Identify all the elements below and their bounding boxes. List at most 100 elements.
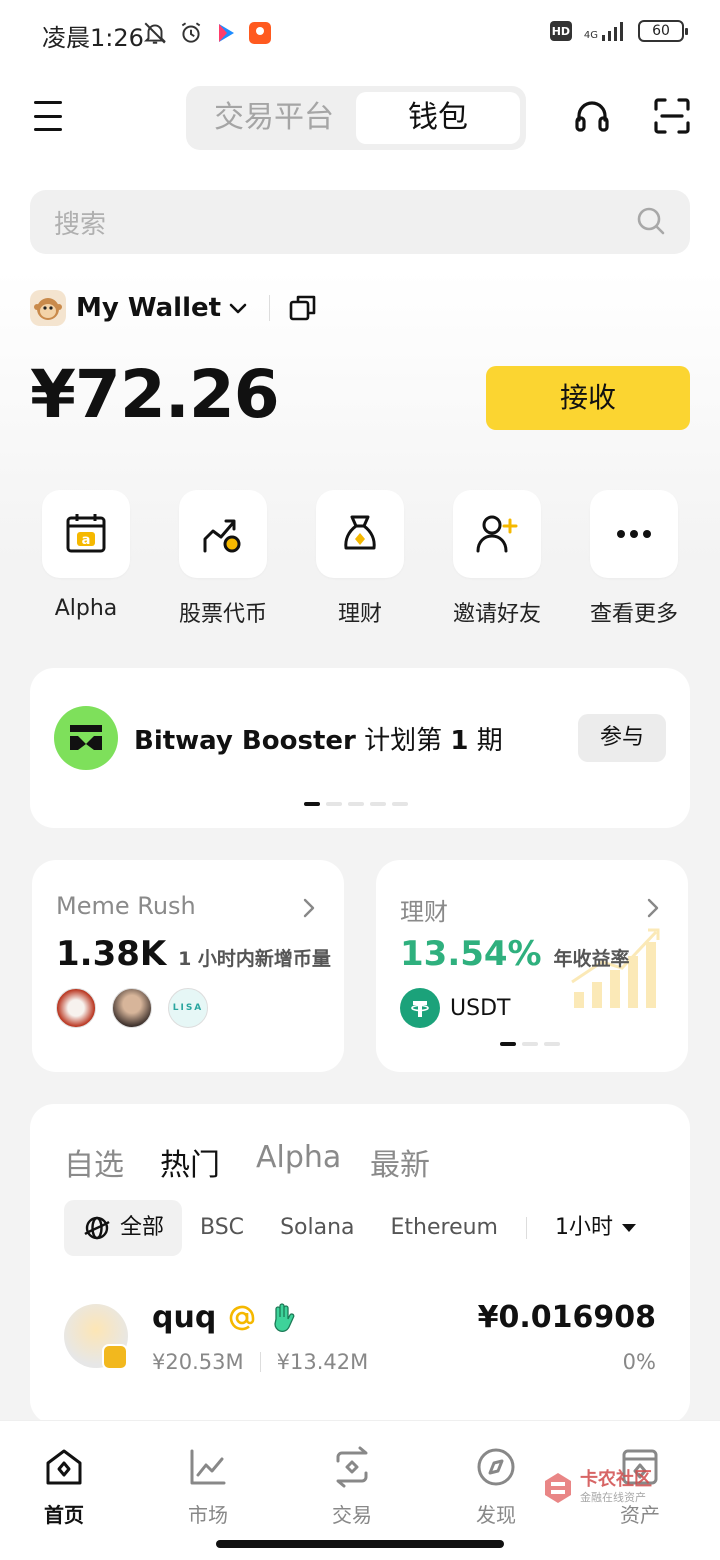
page-dot xyxy=(348,802,364,806)
caret-down-icon xyxy=(622,1224,636,1232)
token-volume: ¥20.53M xyxy=(152,1350,244,1374)
home-icon xyxy=(46,1449,82,1485)
tab-hot[interactable]: 热门 xyxy=(160,1140,220,1184)
nav-label: 交易 xyxy=(332,1503,372,1527)
search-icon xyxy=(637,207,665,235)
svg-text:a: a xyxy=(82,533,91,548)
nav-label: 发现 xyxy=(476,1503,516,1527)
network-label: 4G xyxy=(583,30,598,41)
shortcut-invite-friends[interactable]: 邀请好友 xyxy=(437,490,557,628)
usdt-icon xyxy=(400,988,440,1028)
chevron-right-icon xyxy=(647,898,659,918)
token-avatar: LISA xyxy=(168,988,208,1028)
asset-row: USDT xyxy=(400,988,510,1028)
booster-banner[interactable]: Bitway Booster 计划第 1 期 参与 xyxy=(30,668,690,828)
nav-market[interactable]: 市场 xyxy=(158,1445,258,1528)
shortcut-label: 查看更多 xyxy=(589,602,678,627)
signal-icon: 4G xyxy=(584,21,626,41)
mode-switcher: 交易平台 钱包 xyxy=(186,86,526,150)
token-liquidity: ¥13.42M xyxy=(276,1350,369,1374)
chain-filter-solana[interactable]: Solana xyxy=(262,1200,372,1256)
at-sign-icon xyxy=(230,1305,255,1330)
tab-watchlist[interactable]: 自选 xyxy=(64,1140,124,1184)
page-dot xyxy=(522,1042,538,1046)
bitway-logo xyxy=(54,706,118,770)
watermark-title: 卡农社区 xyxy=(580,1469,652,1490)
card-title: 理财 xyxy=(400,898,448,926)
timeframe-select[interactable]: 1小时 xyxy=(537,1200,655,1256)
earn-card[interactable]: 理财 13.54% 年收益率 USDT xyxy=(376,860,688,1072)
card-value-row: 13.54% 年收益率 xyxy=(400,934,629,974)
tab-wallet[interactable]: 钱包 xyxy=(356,92,520,144)
chevron-down-icon[interactable] xyxy=(227,297,249,319)
asset-symbol: USDT xyxy=(450,995,511,1021)
wallet-name[interactable]: My Wallet xyxy=(76,293,221,323)
page-dot xyxy=(304,802,320,806)
market-card: 自选 热门 Alpha 最新 全部 BSC Solana Ethereum 1小… xyxy=(30,1104,690,1424)
wallet-balance: ¥72.26 xyxy=(30,356,280,433)
video-app-icon xyxy=(219,24,234,42)
meme-rush-card[interactable]: Meme Rush 1.38K 1 小时内新增币量 LISA xyxy=(32,860,344,1072)
status-notification-icons xyxy=(142,20,272,46)
shortcut-alpha[interactable]: a Alpha xyxy=(26,490,146,621)
search-bar[interactable]: 搜索 xyxy=(30,190,690,254)
shortcut-label: 理财 xyxy=(337,602,382,627)
community-watermark: 卡农社区 金融在线资产 xyxy=(540,1470,652,1506)
chain-filter-row: 全部 BSC Solana Ethereum 1小时 xyxy=(64,1200,655,1256)
banner-plan: 计划第 xyxy=(364,726,443,756)
battery-indicator: 60 xyxy=(638,20,688,42)
kuaishou-app-icon xyxy=(249,22,271,44)
token-name-row[interactable]: quq xyxy=(152,1300,296,1335)
page-dot xyxy=(392,802,408,806)
banner-number: 1 xyxy=(450,726,469,756)
bnb-chain-badge-icon xyxy=(102,1344,128,1370)
new-token-count: 1.38K xyxy=(56,934,167,974)
support-headset-icon[interactable] xyxy=(572,96,612,136)
tab-exchange[interactable]: 交易平台 xyxy=(192,92,356,144)
wallet-selector-row: My Wallet xyxy=(30,290,318,326)
search-input[interactable]: 搜索 xyxy=(54,204,106,241)
copy-icon[interactable] xyxy=(288,293,318,323)
more-dots-icon xyxy=(617,530,651,538)
status-system-icons: HD 4G 60 xyxy=(549,20,688,42)
market-chart-icon xyxy=(190,1449,226,1485)
chain-filter-ethereum[interactable]: Ethereum xyxy=(373,1200,516,1256)
divider xyxy=(526,1217,527,1239)
shortcut-earn[interactable]: 理财 xyxy=(300,490,420,628)
shortcut-stock-tokens[interactable]: 股票代币 xyxy=(163,490,283,628)
shortcut-label: 邀请好友 xyxy=(452,602,541,627)
card-value-row: 1.38K 1 小时内新增币量 xyxy=(56,934,331,974)
token-stats: ¥20.53M ¥13.42M xyxy=(152,1350,368,1374)
nav-label: 市场 xyxy=(188,1503,228,1527)
nav-discover[interactable]: 发现 xyxy=(446,1445,546,1528)
chevron-right-icon xyxy=(303,898,315,918)
token-avatar xyxy=(112,988,152,1028)
nav-trade[interactable]: 交易 xyxy=(302,1445,402,1528)
shortcut-more[interactable]: 查看更多 xyxy=(574,490,694,628)
token-name: quq xyxy=(152,1300,217,1335)
tab-alpha[interactable]: Alpha xyxy=(256,1140,341,1175)
mute-bell-icon xyxy=(143,22,167,44)
token-price: ¥0.016908 xyxy=(477,1300,656,1335)
scan-icon[interactable] xyxy=(652,96,692,136)
page-dot xyxy=(370,802,386,806)
divider xyxy=(259,1352,261,1372)
chain-filter-all[interactable]: 全部 xyxy=(64,1200,183,1256)
menu-button[interactable] xyxy=(32,98,64,134)
page-dot xyxy=(544,1042,560,1046)
hd-badge: HD xyxy=(549,21,572,41)
nav-home[interactable]: 首页 xyxy=(14,1445,114,1528)
receive-button[interactable]: 接收 xyxy=(486,366,690,430)
divider xyxy=(269,295,271,321)
wallet-avatar[interactable] xyxy=(30,290,66,326)
token-change: 0% xyxy=(622,1350,656,1374)
tab-newest[interactable]: 最新 xyxy=(370,1140,430,1184)
home-indicator xyxy=(216,1540,504,1548)
alpha-calendar-icon: a xyxy=(66,514,106,553)
status-time: 凌晨1:26 xyxy=(42,24,144,52)
chain-filter-bsc[interactable]: BSC xyxy=(182,1200,262,1256)
card-title: Meme Rush xyxy=(56,892,196,920)
join-button[interactable]: 参与 xyxy=(578,714,666,762)
banner-title: Bitway Booster 计划第 1 期 xyxy=(134,720,503,757)
stock-chart-icon xyxy=(203,519,241,553)
